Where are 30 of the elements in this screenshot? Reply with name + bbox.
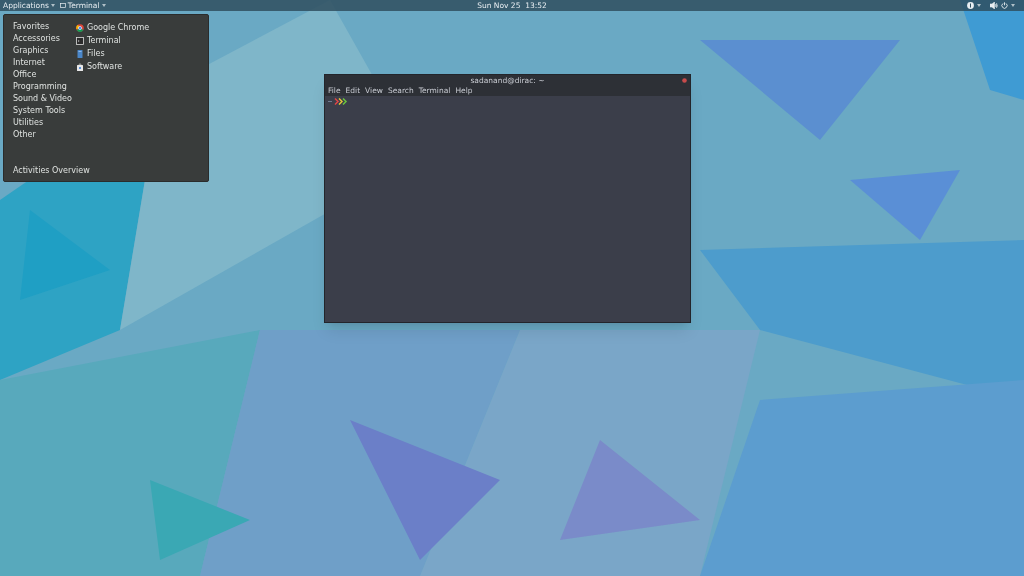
category-item[interactable]: Accessories bbox=[13, 34, 76, 43]
category-item[interactable]: Programming bbox=[13, 82, 76, 91]
chrome-icon bbox=[76, 23, 84, 32]
category-item[interactable]: Utilities bbox=[13, 118, 76, 127]
caret-icon bbox=[50, 4, 55, 7]
cursor bbox=[328, 101, 332, 102]
category-item[interactable]: Graphics bbox=[13, 46, 76, 55]
caret-icon bbox=[977, 4, 981, 7]
category-item[interactable]: Internet bbox=[13, 58, 76, 67]
app-item[interactable]: Google Chrome bbox=[76, 23, 150, 32]
activities-overview-link[interactable]: Activities Overview bbox=[13, 166, 90, 175]
caret-icon bbox=[1011, 4, 1015, 7]
category-item[interactable]: System Tools bbox=[13, 106, 76, 115]
app-item[interactable]: Terminal bbox=[76, 36, 150, 45]
prompt-icon bbox=[334, 98, 348, 105]
category-item[interactable]: Sound & Video bbox=[13, 94, 76, 103]
power-icon[interactable] bbox=[1001, 2, 1008, 9]
terminal-icon bbox=[59, 3, 66, 8]
category-item[interactable]: Favorites bbox=[13, 22, 76, 31]
folder-icon bbox=[76, 49, 84, 58]
category-item[interactable]: Office bbox=[13, 70, 76, 79]
bag-icon bbox=[76, 62, 84, 71]
category-item[interactable]: Other bbox=[13, 130, 76, 139]
volume-icon[interactable] bbox=[990, 2, 998, 9]
close-icon[interactable] bbox=[682, 78, 687, 83]
caret-icon bbox=[101, 4, 106, 7]
terminal-icon bbox=[76, 36, 84, 45]
app-item[interactable]: Software bbox=[76, 62, 150, 71]
accessibility-icon[interactable] bbox=[967, 2, 974, 9]
app-item[interactable]: Files bbox=[76, 49, 150, 58]
